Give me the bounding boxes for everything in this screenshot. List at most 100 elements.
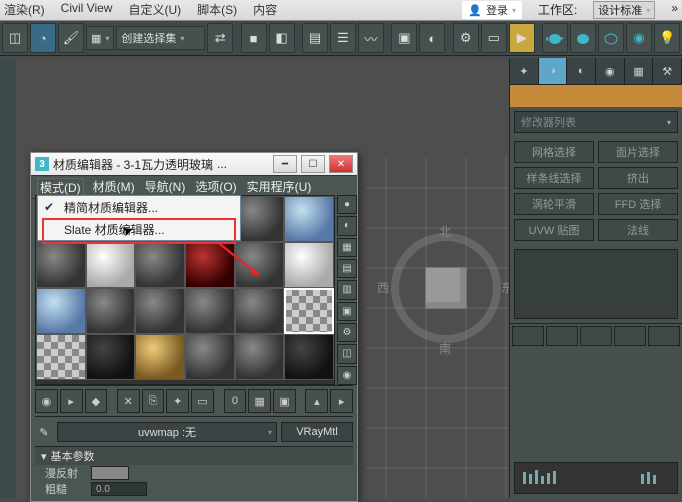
- material-map-nav-icon[interactable]: ◉: [337, 366, 357, 385]
- material-swatch[interactable]: [235, 242, 285, 288]
- material-name-dropdown[interactable]: uvwmap :无 ▾: [57, 422, 277, 442]
- video-color-icon[interactable]: ▥: [337, 280, 357, 299]
- stack-btn-5[interactable]: [648, 326, 680, 346]
- minimize-button[interactable]: ━: [273, 155, 297, 173]
- menu-render[interactable]: 渲染(R): [4, 1, 45, 19]
- chevron-right-icon[interactable]: »: [671, 1, 678, 19]
- material-editor-titlebar[interactable]: 3 材质编辑器 - 3-1瓦力透明玻璃 ... ━ ☐ ✕: [31, 153, 357, 175]
- material-swatch[interactable]: [36, 334, 86, 380]
- roughness-spinner[interactable]: 0.0: [91, 482, 147, 496]
- sample-type-icon[interactable]: ●: [337, 195, 357, 214]
- me-menu-navigation[interactable]: 导航(N): [144, 178, 187, 196]
- material-swatch[interactable]: [36, 242, 86, 288]
- diffuse-color-swatch[interactable]: [91, 466, 129, 480]
- material-swatch[interactable]: [36, 288, 86, 334]
- material-swatch[interactable]: [185, 288, 235, 334]
- material-type-button[interactable]: VRayMtl: [281, 422, 353, 442]
- toggle-icon[interactable]: ◧: [269, 23, 295, 53]
- backlight-icon[interactable]: ◐: [337, 216, 357, 235]
- material-swatch-selected[interactable]: [284, 288, 334, 334]
- background-icon[interactable]: ▦: [337, 238, 357, 257]
- show-end-result-icon[interactable]: ▣: [273, 389, 296, 413]
- me-menu-material[interactable]: 材质(M): [92, 178, 136, 196]
- rollout-header[interactable]: ▾ 基本参数: [35, 447, 353, 465]
- menu-script[interactable]: 脚本(S): [197, 1, 237, 19]
- paint-select-icon[interactable]: 🖌: [58, 23, 84, 53]
- close-button[interactable]: ✕: [329, 155, 353, 173]
- login-box[interactable]: 👤 登录 ▾: [462, 1, 522, 19]
- modifier-list-dropdown[interactable]: 修改器列表 ▾: [514, 111, 678, 133]
- material-swatch[interactable]: [185, 334, 235, 380]
- btn-spline-select[interactable]: 样条线选择: [514, 167, 594, 189]
- filter-dropdown[interactable]: ▦ ▾: [86, 26, 114, 50]
- teapot-4-icon[interactable]: ◉: [626, 23, 652, 53]
- get-material-icon[interactable]: ◉: [35, 389, 58, 413]
- teapot-3-icon[interactable]: [598, 23, 624, 53]
- tab-display[interactable]: ▦: [625, 58, 654, 84]
- unknown-tool-1[interactable]: ◫: [2, 23, 28, 53]
- material-swatch[interactable]: [135, 288, 185, 334]
- scene-explorer-icon[interactable]: ☰: [330, 23, 356, 53]
- select-by-material-icon[interactable]: ◫: [337, 344, 357, 363]
- btn-mesh-select[interactable]: 网格选择: [514, 141, 594, 163]
- schematic-view-icon[interactable]: ▣: [391, 23, 417, 53]
- stack-btn-3[interactable]: [580, 326, 612, 346]
- render-setup-icon[interactable]: ⚙: [453, 23, 479, 53]
- make-copy-icon[interactable]: ⎘: [142, 389, 165, 413]
- tab-motion[interactable]: ◉: [596, 58, 625, 84]
- material-swatch[interactable]: [235, 334, 285, 380]
- material-swatch[interactable]: [284, 242, 334, 288]
- reset-map-icon[interactable]: ✕: [117, 389, 140, 413]
- menu-item-compact-editor[interactable]: ✔ 精简材质编辑器...: [38, 196, 240, 218]
- selection-set-dropdown[interactable]: 创建选择集 ▾: [116, 26, 205, 50]
- btn-uvw-map[interactable]: UVW 贴图: [514, 219, 594, 241]
- me-menu-utility[interactable]: 实用程序(U): [246, 178, 313, 196]
- layer-explorer-icon[interactable]: ▤: [302, 23, 328, 53]
- material-swatch[interactable]: [135, 334, 185, 380]
- tab-create[interactable]: ✦: [510, 58, 539, 84]
- options-icon[interactable]: ⚙: [337, 323, 357, 342]
- tab-modify[interactable]: ◑: [539, 58, 568, 84]
- material-swatch[interactable]: [135, 242, 185, 288]
- maximize-button[interactable]: ☐: [301, 155, 325, 173]
- btn-normal[interactable]: 法线: [598, 219, 678, 241]
- btn-extrude[interactable]: 挤出: [598, 167, 678, 189]
- object-color-swatch[interactable]: [510, 85, 682, 107]
- teapot-2-icon[interactable]: [570, 23, 596, 53]
- align-icon[interactable]: ■: [241, 23, 267, 53]
- tab-hierarchy[interactable]: ◐: [567, 58, 596, 84]
- menu-content[interactable]: 内容: [253, 1, 277, 19]
- render-button[interactable]: ▶: [509, 23, 535, 53]
- put-to-scene-icon[interactable]: ▸: [60, 389, 83, 413]
- material-swatch[interactable]: [86, 242, 136, 288]
- btn-ffd-select[interactable]: FFD 选择: [598, 193, 678, 215]
- material-swatch[interactable]: [235, 196, 285, 242]
- material-swatch[interactable]: [284, 196, 334, 242]
- material-swatch[interactable]: [185, 242, 235, 288]
- btn-patch-select[interactable]: 面片选择: [598, 141, 678, 163]
- workspace-dropdown[interactable]: 设计标准 ▾: [593, 1, 655, 19]
- make-unique-icon[interactable]: ✦: [166, 389, 189, 413]
- render-frame-icon[interactable]: ▭: [481, 23, 507, 53]
- go-parent-icon[interactable]: ▴: [305, 389, 328, 413]
- material-editor-icon[interactable]: ◐: [419, 23, 445, 53]
- material-swatch[interactable]: [235, 288, 285, 334]
- material-swatch[interactable]: [86, 288, 136, 334]
- sample-uv-icon[interactable]: ▤: [337, 259, 357, 278]
- curve-editor-icon[interactable]: 〰: [358, 23, 384, 53]
- material-swatch[interactable]: [86, 334, 136, 380]
- lightbulb-icon[interactable]: 💡: [654, 23, 680, 53]
- me-menu-mode[interactable]: 模式(D): [37, 178, 84, 196]
- me-menu-options[interactable]: 选项(O): [194, 178, 237, 196]
- go-sibling-icon[interactable]: ▸: [330, 389, 353, 413]
- eyedropper-icon[interactable]: ✎: [35, 423, 53, 441]
- menu-custom[interactable]: 自定义(U): [128, 1, 181, 19]
- view-cube[interactable]: 北 南 东 西: [391, 233, 501, 343]
- make-preview-icon[interactable]: ▣: [337, 302, 357, 321]
- assign-to-selection-icon[interactable]: ◆: [85, 389, 108, 413]
- material-id-icon[interactable]: 0: [224, 389, 247, 413]
- material-swatch[interactable]: [284, 334, 334, 380]
- stack-btn-2[interactable]: [546, 326, 578, 346]
- stack-btn-1[interactable]: [512, 326, 544, 346]
- show-map-icon[interactable]: ▦: [248, 389, 271, 413]
